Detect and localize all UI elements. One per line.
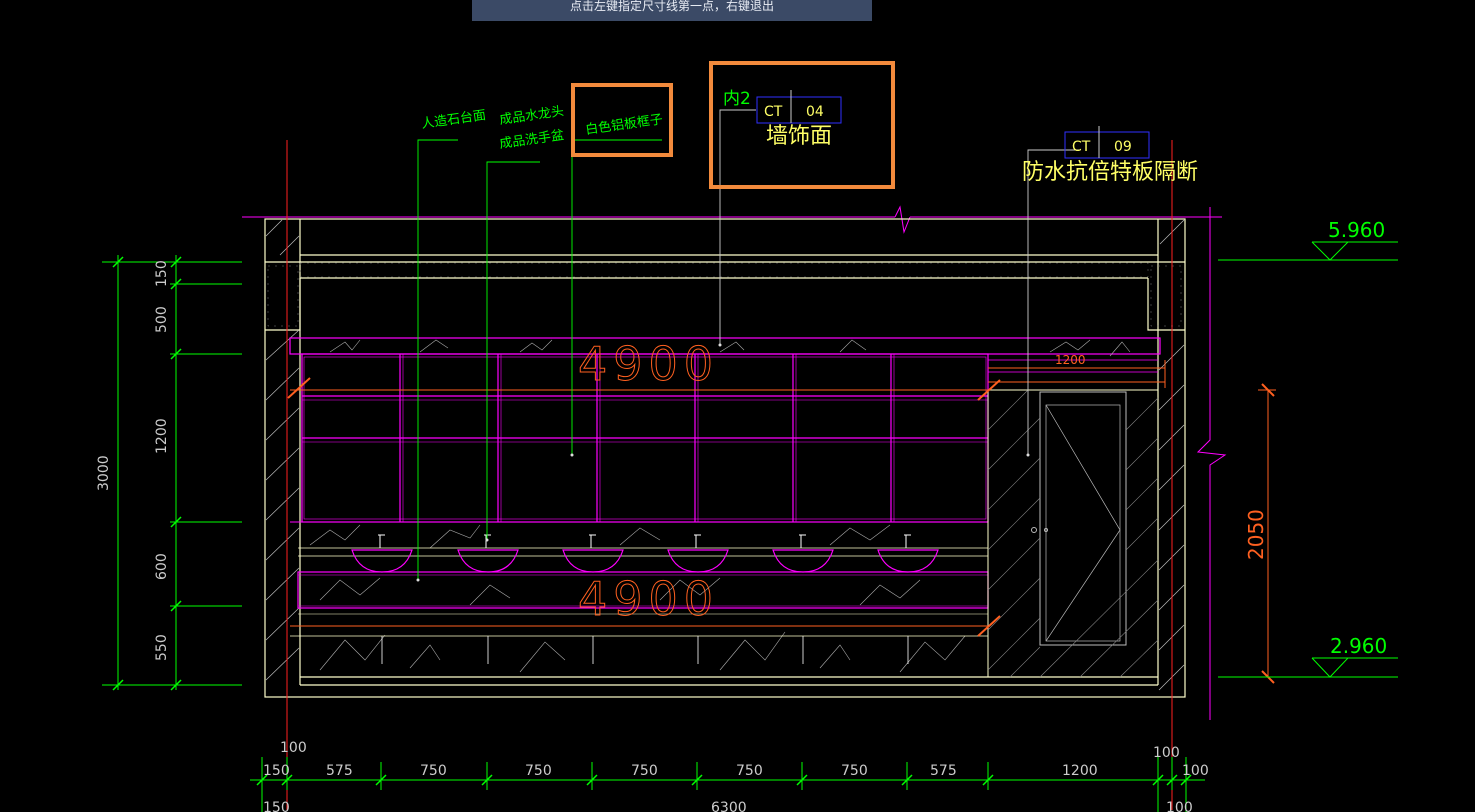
vdim-total-3000: 3000 (96, 455, 112, 491)
label-aluminum-frame: 白色铝板框子 (584, 111, 663, 138)
label-ct1-num: 04 (806, 104, 824, 120)
hdim-100: 100 (1182, 763, 1209, 779)
door-height-label: 2050 (1244, 509, 1268, 560)
slab-concrete-hatch (267, 262, 1182, 327)
hdim-150: 150 (263, 763, 290, 779)
partition-hatch (987, 389, 1159, 678)
vdim-1200: 1200 (154, 418, 170, 454)
label-ct1-code: CT (764, 104, 783, 120)
label-basin: 成品洗手盆 (498, 128, 564, 152)
hdim-left-edge-100: 100 (280, 740, 307, 756)
vdim-500: 500 (154, 306, 170, 333)
hdim-750-5: 750 (841, 763, 868, 779)
label-ct2-num: 09 (1114, 139, 1132, 155)
mirror-width-label: 4900 (578, 337, 719, 391)
mirror-frame-grid (289, 337, 1161, 523)
cad-drawing-canvas[interactable]: 人造石台面 成品水龙头 成品洗手盆 白色铝板框子 内2 CT 04 墙饰面 CT… (0, 0, 1475, 812)
label-wall-finish: 墙饰面 (766, 124, 832, 149)
leader-endpoints (416, 343, 1030, 582)
hdim-750-1: 750 (420, 763, 447, 779)
label-partition: 防水抗倍特板隔断 (1022, 160, 1198, 185)
dado-joints (381, 636, 909, 664)
vdim-150: 150 (154, 260, 170, 287)
hdim-575-right: 575 (930, 763, 957, 779)
hdim-bottom-left-150: 150 (263, 800, 290, 812)
building-outline (242, 205, 1222, 698)
label-ct2-code: CT (1072, 139, 1091, 155)
hdim-bottom-right-100: 100 (1166, 800, 1193, 812)
hdim-575-left: 575 (326, 763, 353, 779)
elevation-bottom-label: 2.960 (1330, 634, 1387, 658)
elevation-top-label: 5.960 (1328, 218, 1385, 242)
partition-door (987, 359, 1159, 678)
hdim-1200: 1200 (1062, 763, 1098, 779)
hdim-right-edge-100: 100 (1153, 745, 1180, 761)
elevation-marker-bottom (1218, 657, 1398, 678)
command-prompt-text: 点击左键指定尺寸线第一点，右键退出 (569, 0, 774, 13)
command-prompt-bar: 点击左键指定尺寸线第一点，右键退出 (472, 0, 872, 21)
counter-width-label: 4900 (578, 572, 719, 626)
hdim-750-2: 750 (525, 763, 552, 779)
break-line-right (1196, 207, 1227, 720)
annotation-leaders (417, 109, 1080, 580)
label-stone-top: 人造石台面 (420, 108, 486, 132)
vertical-dimension-lines (102, 255, 242, 691)
vdim-600: 600 (154, 553, 170, 580)
label-nei2: 内2 (723, 89, 751, 109)
axis-lines (286, 140, 1173, 810)
hdim-total-6300: 6300 (711, 800, 747, 812)
vdim-550: 550 (154, 634, 170, 661)
hdim-750-4: 750 (736, 763, 763, 779)
elevation-marker-top (1218, 241, 1398, 261)
door-width-label: 1200 (1055, 353, 1086, 367)
left-wall-hatch (265, 219, 300, 681)
faucets (378, 534, 911, 548)
label-faucet: 成品水龙头 (498, 104, 564, 128)
hdim-750-3: 750 (631, 763, 658, 779)
wash-basins (351, 549, 939, 573)
